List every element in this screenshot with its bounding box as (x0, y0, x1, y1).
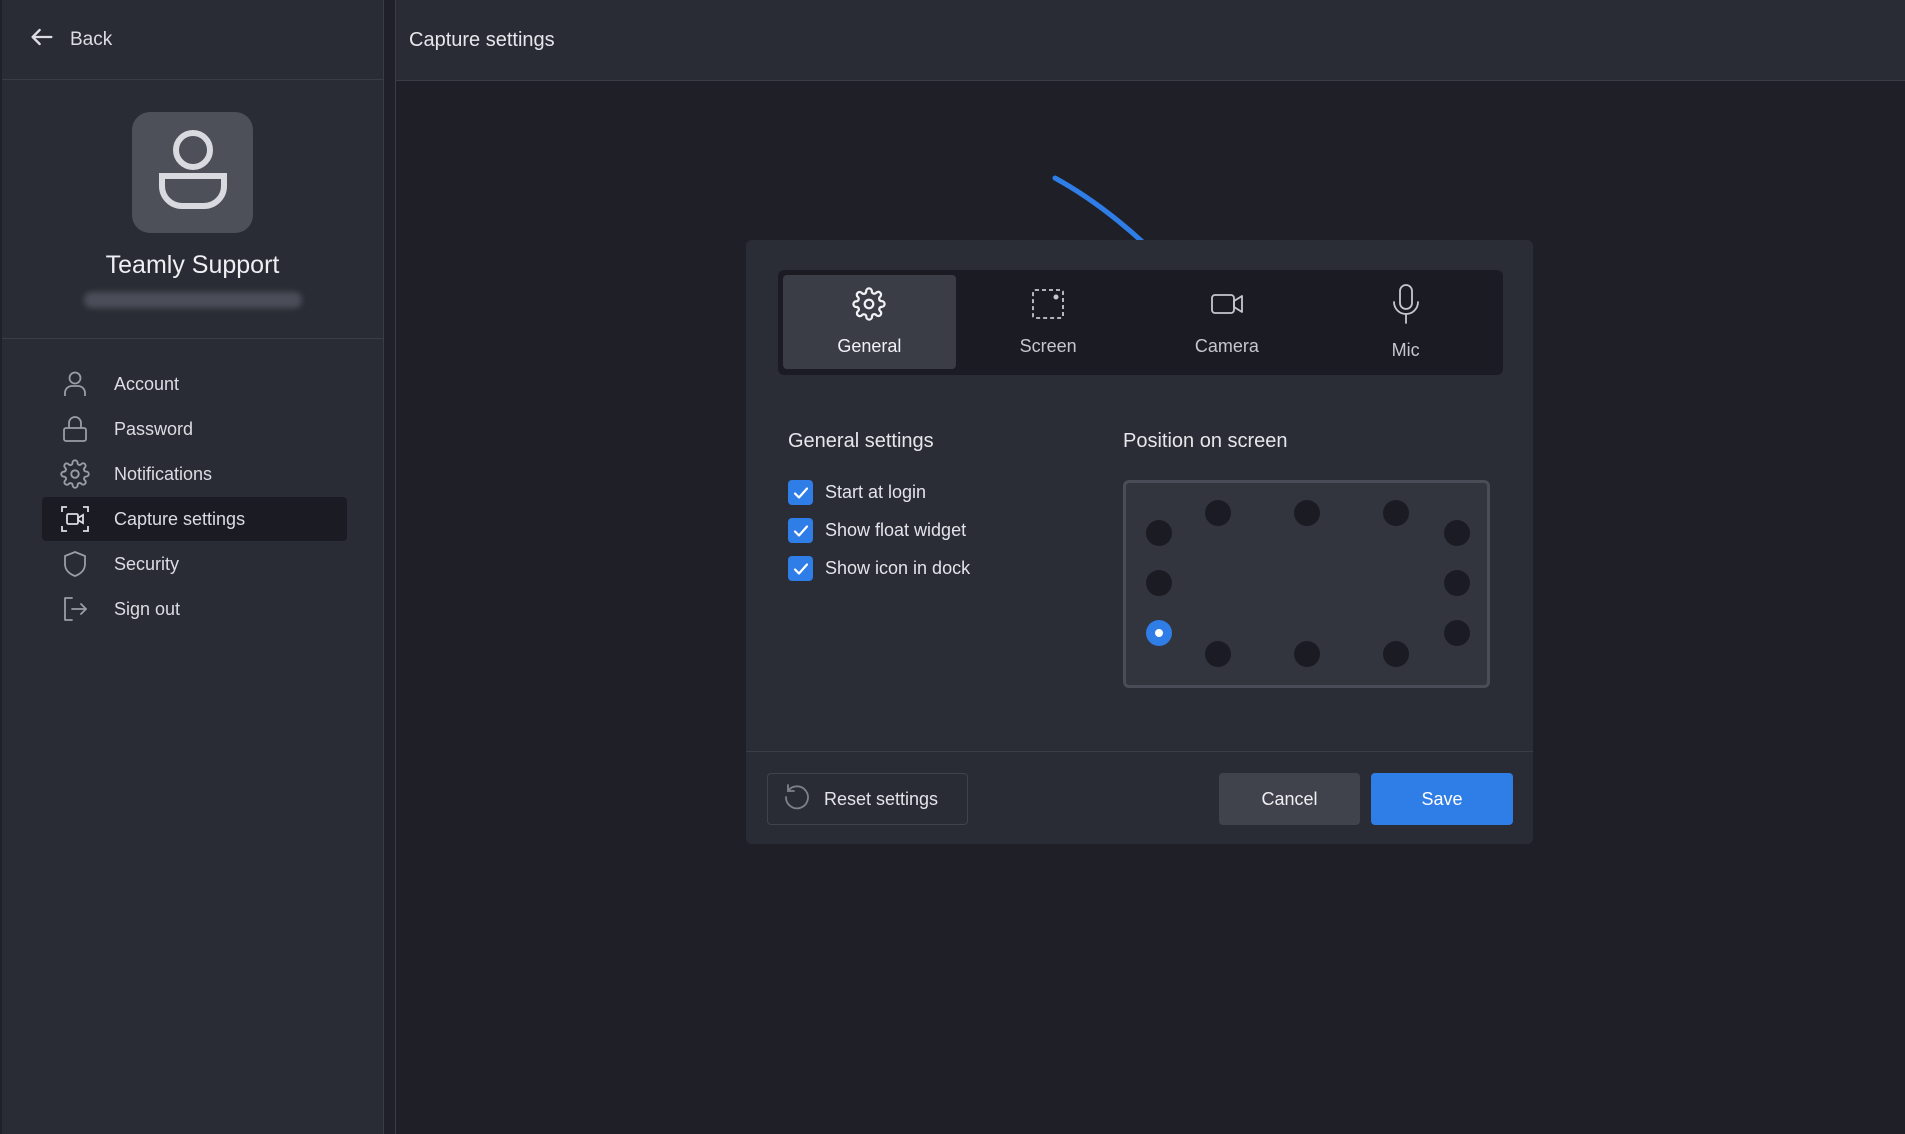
microphone-icon (1389, 283, 1423, 340)
position-option-bottom-left[interactable] (1146, 620, 1172, 646)
user-avatar-icon (154, 126, 232, 219)
position-option-top-right[interactable] (1444, 520, 1470, 546)
gear-icon (852, 287, 887, 336)
sidebar-item-label: Password (114, 418, 194, 439)
show-icon-in-dock-checkbox[interactable]: Show icon in dock (788, 556, 970, 581)
page-title: Capture settings (396, 0, 1905, 81)
arrow-left-icon (28, 23, 56, 57)
sidebar-item-label: Account (114, 373, 180, 394)
position-picker (1123, 480, 1490, 688)
sidebar-item-label: Notifications (114, 463, 213, 484)
settings-tabs: General Screen Camera Mic (778, 270, 1503, 375)
lock-icon (60, 414, 90, 444)
position-option-top-1[interactable] (1205, 500, 1231, 526)
checkmark-icon (788, 480, 813, 505)
checkmark-icon (788, 556, 813, 581)
capture-settings-dialog: General Screen Camera Mic General settin… (746, 240, 1533, 844)
position-option-middle-left[interactable] (1146, 570, 1172, 596)
sidebar-item-security[interactable]: Security (42, 542, 347, 586)
sign-out-icon (60, 594, 90, 624)
screen-select-icon (1031, 287, 1065, 336)
start-at-login-checkbox[interactable]: Start at login (788, 480, 926, 505)
sidebar: Back Teamly Support Account Password Not… (2, 0, 384, 1134)
user-icon (60, 369, 90, 399)
sidebar-item-sign-out[interactable]: Sign out (42, 587, 347, 631)
gear-icon (60, 459, 90, 489)
position-option-top-3[interactable] (1383, 500, 1409, 526)
sidebar-item-notifications[interactable]: Notifications (42, 452, 347, 496)
sidebar-item-label: Capture settings (114, 508, 246, 529)
position-option-bottom-right[interactable] (1444, 620, 1470, 646)
position-option-bottom-3[interactable] (1383, 641, 1409, 667)
sidebar-header: Back (2, 0, 383, 80)
sidebar-item-capture-settings[interactable]: Capture settings (42, 497, 347, 541)
capture-icon (60, 504, 90, 534)
tab-label: Screen (1019, 336, 1077, 356)
general-settings-title: General settings (788, 430, 934, 452)
avatar (132, 112, 253, 233)
tab-label: Mic (1391, 340, 1420, 360)
reset-icon (782, 782, 824, 817)
cancel-button[interactable]: Cancel (1219, 773, 1360, 825)
show-float-widget-checkbox[interactable]: Show float widget (788, 518, 966, 543)
sidebar-item-label: Sign out (114, 598, 181, 619)
profile-email-redacted (83, 292, 302, 308)
sidebar-item-password[interactable]: Password (42, 407, 347, 451)
tab-camera[interactable]: Camera (1141, 275, 1314, 369)
tab-label: General (837, 336, 902, 356)
checkbox-label: Show icon in dock (825, 558, 971, 578)
camera-icon (1210, 287, 1244, 336)
back-label: Back (70, 28, 113, 50)
sidebar-item-account[interactable]: Account (42, 362, 347, 406)
shield-icon (60, 549, 90, 579)
reset-label: Reset settings (824, 788, 939, 809)
save-button[interactable]: Save (1371, 773, 1513, 825)
profile-name: Teamly Support (105, 251, 280, 279)
tab-label: Camera (1194, 336, 1259, 356)
profile-card: Teamly Support (2, 80, 383, 339)
reset-settings-button[interactable]: Reset settings (767, 773, 968, 825)
position-option-top-left[interactable] (1146, 520, 1172, 546)
checkbox-label: Start at login (825, 482, 927, 502)
tab-general[interactable]: General (783, 275, 956, 369)
checkmark-icon (788, 518, 813, 543)
position-option-bottom-1[interactable] (1205, 641, 1231, 667)
position-option-top-center[interactable] (1294, 500, 1320, 526)
tab-screen[interactable]: Screen (962, 275, 1135, 369)
checkbox-label: Show float widget (825, 520, 967, 540)
position-option-middle-right[interactable] (1444, 570, 1470, 596)
settings-nav: Account Password Notifications Capture s… (42, 362, 347, 632)
back-button[interactable]: Back (28, 23, 112, 57)
dialog-footer: Reset settings Cancel Save (746, 751, 1533, 844)
position-on-screen-title: Position on screen (1123, 430, 1288, 452)
position-option-bottom-center[interactable] (1294, 641, 1320, 667)
tab-mic[interactable]: Mic (1319, 275, 1492, 369)
sidebar-item-label: Security (114, 553, 180, 574)
